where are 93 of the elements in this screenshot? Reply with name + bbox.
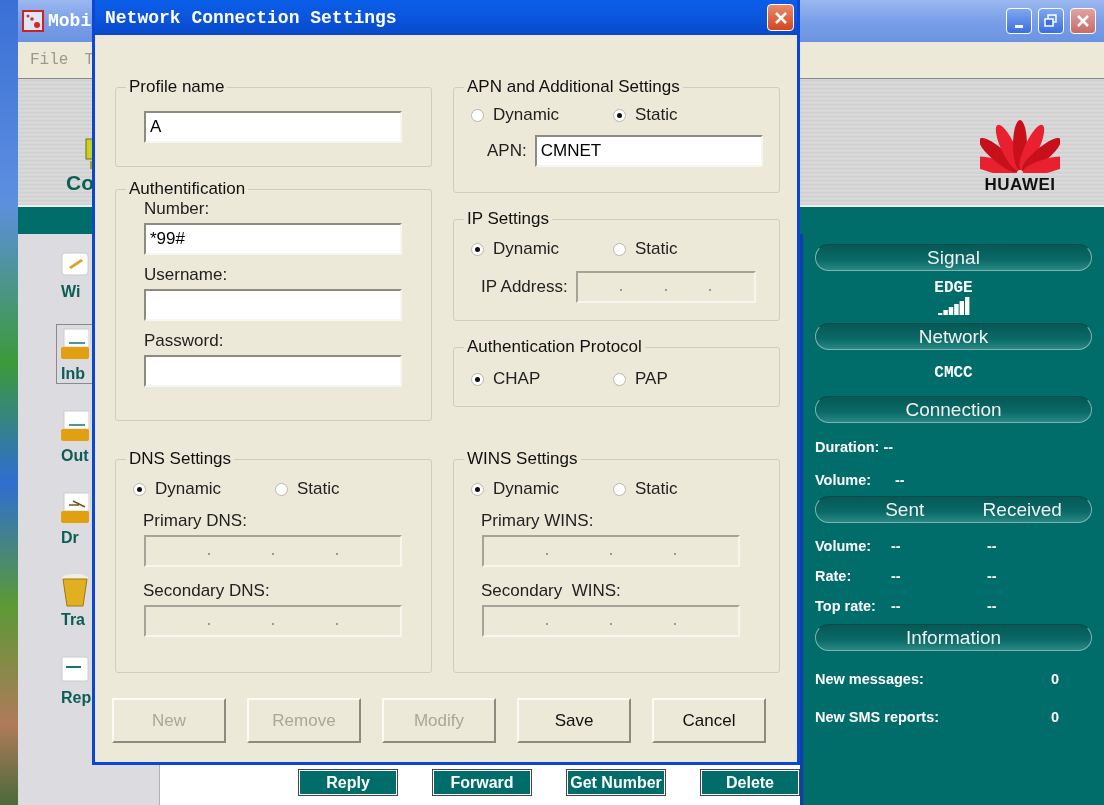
- section-header: Signal: [815, 244, 1092, 271]
- radio-label: Static: [635, 239, 678, 259]
- action-button[interactable]: Delete: [701, 770, 799, 795]
- window-title: Mobi: [48, 11, 92, 31]
- radio-label: Dynamic: [155, 479, 222, 499]
- group-title: Profile name: [128, 77, 226, 97]
- action-button[interactable]: Get Number: [567, 770, 665, 795]
- stat-label: Volume:: [815, 538, 873, 554]
- sidebar-item[interactable]: Dr: [56, 488, 110, 548]
- radio-button[interactable]: [613, 372, 626, 386]
- close-icon: [1076, 14, 1090, 28]
- tray-icon: [61, 409, 89, 443]
- radio-label: Static: [635, 479, 678, 499]
- stat-value: --: [891, 568, 902, 584]
- stat-value: --: [987, 538, 998, 554]
- stat-label: Top rate:: [815, 598, 877, 614]
- close-button[interactable]: [1070, 8, 1096, 34]
- stat-label: New messages:: [815, 671, 925, 687]
- radio-button[interactable]: [613, 482, 626, 496]
- stat-label: Rate:: [815, 568, 853, 584]
- paper-pencil-icon: [61, 249, 89, 279]
- close-icon: [773, 10, 788, 25]
- input-field[interactable]: [144, 289, 402, 321]
- field-label: Password:: [144, 331, 224, 351]
- field-label: Primary DNS:: [143, 511, 247, 531]
- radio-button[interactable]: [471, 482, 484, 496]
- trash-icon: [61, 573, 89, 607]
- section-header: Network: [815, 323, 1092, 350]
- radio-button[interactable]: [275, 482, 288, 496]
- radio-button[interactable]: [133, 482, 146, 496]
- radio-button[interactable]: [471, 372, 484, 386]
- sidebar-item[interactable]: Wi: [56, 246, 110, 302]
- group-title: APN and Additional Settings: [466, 77, 681, 97]
- group-title: WINS Settings: [466, 449, 579, 469]
- input-field[interactable]: [144, 355, 402, 387]
- group-title: DNS Settings: [128, 449, 233, 469]
- logo-text: HUAWEI: [984, 175, 1056, 195]
- operator-name: CMCC: [934, 364, 973, 382]
- group-title: IP Settings: [466, 209, 550, 229]
- restore-icon: [1044, 14, 1058, 28]
- field-label: Primary WINS:: [481, 511, 594, 531]
- stat-label: New SMS reports:: [815, 709, 941, 725]
- field-label: Secondary DNS:: [143, 581, 270, 601]
- tray-pen-icon: [61, 491, 89, 525]
- dialog-button[interactable]: Cancel: [652, 698, 766, 743]
- toolbar-label[interactable]: Co: [66, 171, 94, 195]
- sidebar-item[interactable]: Rep: [56, 652, 110, 708]
- field-label: Username:: [144, 265, 228, 285]
- network-type: EDGE: [934, 279, 973, 297]
- radio-label: Dynamic: [493, 239, 560, 259]
- column-header: Sent: [885, 498, 925, 521]
- action-button[interactable]: Reply: [299, 770, 397, 795]
- document-icon: [61, 655, 89, 685]
- section-header: Information: [815, 624, 1092, 651]
- radio-button[interactable]: [613, 108, 626, 122]
- field-label: IP Address:: [481, 277, 568, 297]
- minimize-icon: [1015, 24, 1023, 28]
- sidebar-item[interactable]: Out: [56, 406, 110, 466]
- signal-bars-icon: [937, 297, 970, 315]
- section-header: Connection: [815, 396, 1092, 423]
- field-label: Secondary WINS:: [481, 581, 621, 601]
- radio-label: Static: [635, 105, 678, 125]
- radio-label: Dynamic: [493, 479, 560, 499]
- radio-label: PAP: [635, 369, 668, 389]
- stat-value: 0: [1051, 671, 1061, 687]
- input-field[interactable]: *99#: [144, 223, 402, 255]
- close-button[interactable]: [767, 4, 794, 31]
- sidebar-item[interactable]: Tra: [56, 570, 110, 630]
- stat-value: --: [987, 598, 998, 614]
- radio-label: CHAP: [493, 369, 541, 389]
- radio-label: Dynamic: [493, 105, 560, 125]
- group-title: Authentication Protocol: [466, 337, 643, 357]
- dialog-button[interactable]: Save: [517, 698, 631, 743]
- stat-value: --: [891, 598, 902, 614]
- input-field[interactable]: A: [144, 111, 402, 143]
- dialog-title: Network Connection Settings: [105, 7, 397, 28]
- column-header: Received: [982, 498, 1062, 521]
- restore-button[interactable]: [1038, 8, 1064, 34]
- tray-icon: [61, 327, 89, 361]
- action-button[interactable]: Forward: [433, 770, 531, 795]
- group-title: Authentification: [128, 179, 247, 199]
- field-label: Number:: [144, 199, 210, 219]
- input-field[interactable]: CMNET: [534, 135, 763, 167]
- stat-line: Duration: --: [815, 439, 895, 455]
- stat-value: --: [891, 538, 902, 554]
- minimize-button[interactable]: [1006, 8, 1032, 34]
- radio-button[interactable]: [471, 108, 484, 122]
- stat-line: Volume: --: [815, 472, 906, 488]
- app-icon: [22, 10, 44, 32]
- stat-value: 0: [1051, 709, 1061, 725]
- radio-label: Static: [297, 479, 340, 499]
- stat-value: --: [987, 568, 998, 584]
- field-label: APN:: [487, 141, 527, 161]
